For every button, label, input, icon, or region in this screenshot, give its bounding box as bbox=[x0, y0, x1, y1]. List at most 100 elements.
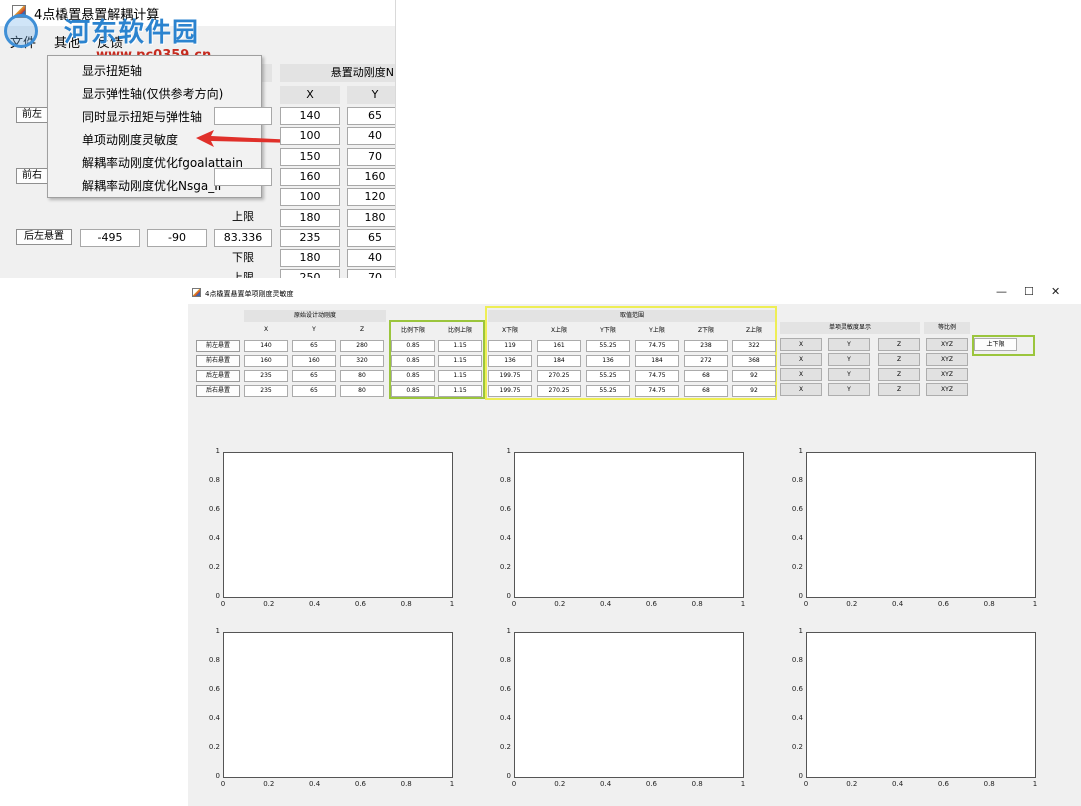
range-cell[interactable]: 55.25 bbox=[586, 370, 630, 382]
mount-row-button[interactable]: 后右悬置 bbox=[196, 385, 240, 397]
sensitivity-x-button[interactable]: X bbox=[780, 368, 822, 381]
design-cell[interactable]: 235 bbox=[244, 370, 288, 382]
upper-limit-label: 上限 bbox=[232, 210, 254, 223]
stiffness-y-input[interactable]: 40 bbox=[347, 127, 395, 146]
design-cell[interactable]: 65 bbox=[292, 340, 336, 352]
sensitivity-z-button[interactable]: Z bbox=[878, 368, 920, 381]
stiffness-y-input[interactable]: 70 bbox=[347, 147, 395, 166]
sensitivity-y-button[interactable]: Y bbox=[828, 353, 870, 366]
sensitivity-z-button[interactable]: Z bbox=[878, 383, 920, 396]
sensitivity-y-button[interactable]: Y bbox=[828, 368, 870, 381]
range-cell[interactable]: 74.75 bbox=[635, 370, 679, 382]
stiffness-x-input[interactable]: 180 bbox=[280, 208, 340, 227]
range-cell[interactable]: 74.75 bbox=[635, 340, 679, 352]
ratio-cell[interactable]: 1.15 bbox=[438, 385, 482, 397]
stiffness-x-input[interactable]: 140 bbox=[280, 107, 340, 125]
stiffness-x-input[interactable]: 150 bbox=[280, 147, 340, 166]
range-cell[interactable]: 368 bbox=[732, 355, 776, 367]
range-cell[interactable]: 68 bbox=[684, 370, 728, 382]
design-cell[interactable]: 65 bbox=[292, 385, 336, 397]
menu-item-optimize-nsga[interactable]: 解耦率动刚度优化Nsga_II bbox=[82, 177, 221, 194]
range-cell[interactable]: 238 bbox=[684, 340, 728, 352]
range-cell[interactable]: 161 bbox=[537, 340, 581, 352]
range-cell[interactable]: 272 bbox=[684, 355, 728, 367]
xyz-button[interactable]: XYZ bbox=[926, 353, 968, 366]
stiffness-x-input[interactable]: 100 bbox=[280, 127, 340, 146]
bounds-button[interactable]: 上下限 bbox=[974, 338, 1017, 351]
stiffness-z-input[interactable] bbox=[214, 168, 272, 186]
menu-item-show-both-axes[interactable]: 同时显示扭矩与弹性轴 bbox=[82, 108, 202, 125]
range-cell[interactable]: 136 bbox=[586, 355, 630, 367]
range-cell[interactable]: 92 bbox=[732, 370, 776, 382]
design-cell[interactable]: 140 bbox=[244, 340, 288, 352]
sensitivity-x-button[interactable]: X bbox=[780, 338, 822, 351]
sensitivity-y-button[interactable]: Y bbox=[828, 338, 870, 351]
stiffness-x-input[interactable]: 100 bbox=[280, 188, 340, 207]
stiffness-z-input[interactable] bbox=[214, 107, 272, 125]
design-cell[interactable]: 235 bbox=[244, 385, 288, 397]
design-cell[interactable]: 80 bbox=[340, 370, 384, 382]
rear-left-x-input[interactable]: -495 bbox=[80, 229, 140, 247]
ratio-cell[interactable]: 0.85 bbox=[391, 355, 435, 367]
minimize-icon[interactable]: — bbox=[996, 285, 1007, 298]
stiffness-y-input[interactable]: 180 bbox=[347, 208, 395, 227]
range-cell[interactable]: 199.75 bbox=[488, 385, 532, 397]
range-cell[interactable]: 270.25 bbox=[537, 385, 581, 397]
design-cell[interactable]: 280 bbox=[340, 340, 384, 352]
sensitivity-y-button[interactable]: Y bbox=[828, 383, 870, 396]
stiffness-y-input[interactable]: 70 bbox=[347, 269, 395, 278]
range-cell[interactable]: 184 bbox=[635, 355, 679, 367]
front-right-button[interactable]: 前右 bbox=[16, 168, 48, 184]
range-cell[interactable]: 68 bbox=[684, 385, 728, 397]
design-cell[interactable]: 65 bbox=[292, 370, 336, 382]
stiffness-x-input[interactable]: 160 bbox=[280, 167, 340, 186]
stiffness-x-input[interactable]: 180 bbox=[280, 249, 340, 268]
range-cell[interactable]: 184 bbox=[537, 355, 581, 367]
sensitivity-x-button[interactable]: X bbox=[780, 353, 822, 366]
menu-item-show-elastic-axis[interactable]: 显示弹性轴(仅供参考方向) bbox=[82, 85, 223, 102]
stiffness-x-input[interactable]: 250 bbox=[280, 269, 340, 278]
design-cell[interactable]: 320 bbox=[340, 355, 384, 367]
design-cell[interactable]: 160 bbox=[244, 355, 288, 367]
range-cell[interactable]: 92 bbox=[732, 385, 776, 397]
range-cell[interactable]: 74.75 bbox=[635, 385, 679, 397]
front-left-button[interactable]: 前左 bbox=[16, 107, 48, 123]
range-cell[interactable]: 119 bbox=[488, 340, 532, 352]
range-cell[interactable]: 270.25 bbox=[537, 370, 581, 382]
mount-row-button[interactable]: 前右悬置 bbox=[196, 355, 240, 367]
menu-item-single-sensitivity[interactable]: 单项动刚度灵敏度 bbox=[82, 131, 178, 148]
xyz-button[interactable]: XYZ bbox=[926, 338, 968, 351]
stiffness-y-input[interactable]: 120 bbox=[347, 188, 395, 207]
sensitivity-x-button[interactable]: X bbox=[780, 383, 822, 396]
sensitivity-z-button[interactable]: Z bbox=[878, 338, 920, 351]
design-cell[interactable]: 160 bbox=[292, 355, 336, 367]
rear-left-button[interactable]: 后左悬置 bbox=[16, 229, 72, 245]
stiffness-y-input[interactable]: 160 bbox=[347, 167, 395, 186]
ratio-cell[interactable]: 0.85 bbox=[391, 385, 435, 397]
maximize-icon[interactable]: ☐ bbox=[1024, 285, 1034, 298]
range-cell[interactable]: 136 bbox=[488, 355, 532, 367]
design-cell[interactable]: 80 bbox=[340, 385, 384, 397]
ratio-cell[interactable]: 1.15 bbox=[438, 340, 482, 352]
menu-item-show-torque-axis[interactable]: 显示扭矩轴 bbox=[82, 62, 142, 79]
ratio-cell[interactable]: 0.85 bbox=[391, 370, 435, 382]
ratio-cell[interactable]: 1.15 bbox=[438, 370, 482, 382]
range-cell[interactable]: 55.25 bbox=[586, 385, 630, 397]
stiffness-y-input[interactable]: 65 bbox=[347, 107, 395, 125]
sensitivity-z-button[interactable]: Z bbox=[878, 353, 920, 366]
stiffness-y-input[interactable]: 65 bbox=[347, 228, 395, 247]
xyz-button[interactable]: XYZ bbox=[926, 383, 968, 396]
rear-left-y-input[interactable]: -90 bbox=[147, 229, 207, 247]
mount-row-button[interactable]: 后左悬置 bbox=[196, 370, 240, 382]
xyz-button[interactable]: XYZ bbox=[926, 368, 968, 381]
rear-left-z-input[interactable]: 83.336 bbox=[214, 229, 272, 247]
ratio-cell[interactable]: 0.85 bbox=[391, 340, 435, 352]
range-cell[interactable]: 55.25 bbox=[586, 340, 630, 352]
range-cell[interactable]: 322 bbox=[732, 340, 776, 352]
ratio-cell[interactable]: 1.15 bbox=[438, 355, 482, 367]
stiffness-y-input[interactable]: 40 bbox=[347, 249, 395, 268]
mount-row-button[interactable]: 前左悬置 bbox=[196, 340, 240, 352]
close-icon[interactable]: ✕ bbox=[1051, 285, 1060, 298]
stiffness-x-input[interactable]: 235 bbox=[280, 228, 340, 247]
range-cell[interactable]: 199.75 bbox=[488, 370, 532, 382]
